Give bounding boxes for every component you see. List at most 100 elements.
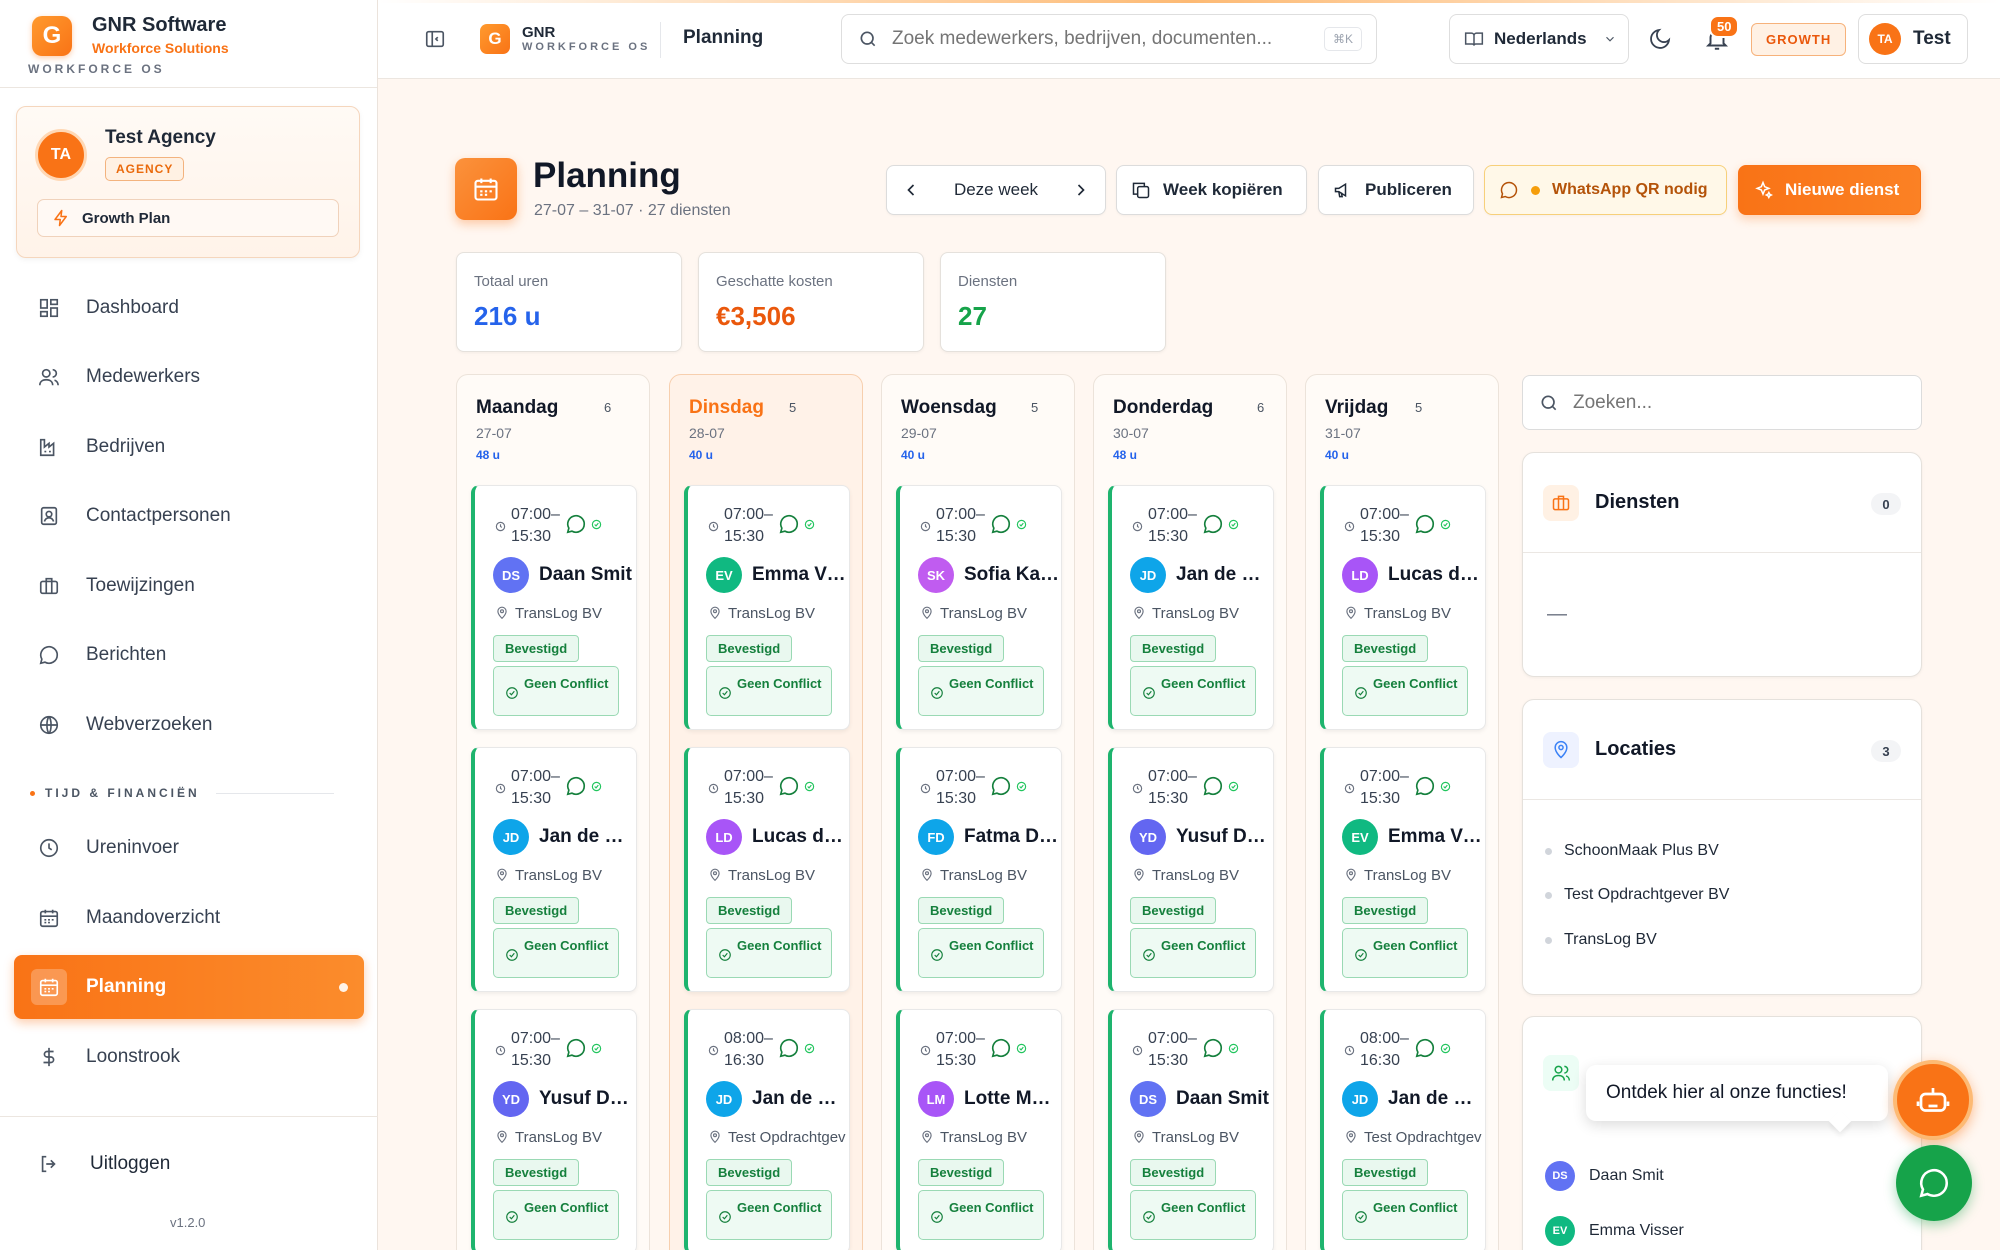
sidebar-item-maandoverzicht[interactable]: Maandoverzicht [14, 886, 364, 950]
current-week-button[interactable]: Deze week [954, 180, 1038, 200]
whatsapp-icon[interactable] [990, 513, 1012, 535]
whatsapp-icon[interactable] [565, 1037, 587, 1059]
clock-icon [920, 783, 931, 794]
topbar-brand: GNR [522, 24, 556, 41]
location-item[interactable]: SchoonMaak Plus BV [1545, 842, 1719, 860]
topbar-logo[interactable]: G [480, 24, 510, 54]
whatsapp-icon[interactable] [565, 775, 587, 797]
plan-badge[interactable]: GROWTH [1751, 23, 1847, 56]
sidebar-item-label: Maandoverzicht [86, 907, 221, 928]
check-circle-icon [1016, 781, 1027, 792]
sidebar-toggle-icon[interactable] [424, 28, 446, 50]
conflict-label: Geen Conflict [524, 1200, 609, 1215]
chevron-right-icon[interactable] [1071, 180, 1091, 200]
whatsapp-icon[interactable] [1414, 775, 1436, 797]
sidebar-item-medewerkers[interactable]: Medewerkers [14, 345, 364, 409]
sidebar-item-berichten[interactable]: Berichten [14, 623, 364, 687]
whatsapp-icon[interactable] [1202, 1037, 1224, 1059]
assistant-bot-button[interactable] [1893, 1060, 1973, 1140]
status-badge: Bevestigd [706, 897, 793, 924]
sidebar-item-loonstrook[interactable]: Loonstrook [14, 1025, 364, 1089]
whatsapp-icon[interactable] [778, 513, 800, 535]
briefcase-icon-box [1543, 485, 1579, 521]
shift-card[interactable]: 07:00– 15:30 YD Yusuf Demir TransLog BV … [1108, 747, 1274, 992]
diensten-panel-header[interactable]: Diensten 0 [1523, 453, 1921, 553]
locaties-panel-header[interactable]: Locaties 3 [1523, 700, 1921, 800]
whatsapp-icon[interactable] [1414, 513, 1436, 535]
location-item[interactable]: TransLog BV [1545, 931, 1657, 949]
chat-button[interactable] [1896, 1145, 1972, 1221]
shift-card[interactable]: 07:00– 15:30 DS Daan Smit TransLog BV Be… [1108, 1009, 1274, 1250]
whatsapp-icon[interactable] [1202, 513, 1224, 535]
dollar-icon [43, 1047, 55, 1067]
chevron-left-icon[interactable] [901, 180, 921, 200]
publish-label: Publiceren [1365, 180, 1452, 199]
check-circle-icon [506, 949, 518, 961]
status-badge: Bevestigd [918, 635, 1005, 662]
location-pin-icon [710, 868, 720, 882]
shift-card[interactable]: 07:00– 15:30 DS Daan Smit TransLog BV Be… [471, 485, 637, 730]
shift-time: 07:00– 15:30 [936, 506, 985, 545]
employee-avatar: JD [1342, 1081, 1378, 1117]
panel-search-input[interactable] [1573, 391, 1903, 414]
whatsapp-qr-button[interactable]: WhatsApp QR nodig [1484, 165, 1727, 215]
plan-button[interactable]: Growth Plan [37, 199, 339, 237]
whatsapp-icon[interactable] [778, 1037, 800, 1059]
shift-card[interactable]: 08:00– 16:30 JD Jan de Vries Test Opdrac… [1320, 1009, 1486, 1250]
publish-button[interactable]: Publiceren [1318, 165, 1474, 215]
sidebar-item-contactpersonen[interactable]: Contactpersonen [14, 484, 364, 548]
whatsapp-icon[interactable] [1414, 1037, 1436, 1059]
employee-name: Fatma Demir [964, 826, 1060, 847]
user-menu-button[interactable]: TA Test [1858, 14, 1968, 64]
sidebar-item-label: Bedrijven [86, 436, 166, 457]
location-pin-icon [922, 1130, 932, 1144]
logout-icon [41, 1155, 56, 1173]
employee-item[interactable]: DS Daan Smit [1545, 1161, 1664, 1191]
whatsapp-icon[interactable] [1202, 775, 1224, 797]
panel-search[interactable] [1522, 375, 1922, 430]
global-search[interactable]: ⌘K [841, 14, 1377, 64]
check-circle-icon [1143, 687, 1155, 699]
shift-card[interactable]: 07:00– 15:30 FD Fatma Demir TransLog BV … [896, 747, 1062, 992]
diensten-empty: — [1547, 603, 1567, 625]
whatsapp-icon[interactable] [565, 513, 587, 535]
whatsapp-icon[interactable] [990, 775, 1012, 797]
global-search-input[interactable] [892, 28, 1292, 50]
location-item[interactable]: Test Opdrachtgever BV [1545, 886, 1729, 904]
sidebar-item-bedrijven[interactable]: Bedrijven [14, 415, 364, 479]
shift-card[interactable]: 07:00– 15:30 YD Yusuf Demir TransLog BV … [471, 1009, 637, 1250]
language-select[interactable]: Nederlands [1449, 14, 1629, 64]
sidebar-item-toewijzingen[interactable]: Toewijzingen [14, 554, 364, 618]
employee-item[interactable]: EV Emma Visser [1545, 1216, 1684, 1246]
shift-card[interactable]: 07:00– 15:30 LD Lucas de Boer TransLog B… [684, 747, 850, 992]
logout-button[interactable]: Uitloggen [38, 1153, 170, 1175]
sidebar-item-webverzoeken[interactable]: Webverzoeken [14, 693, 364, 757]
shift-card[interactable]: 07:00– 15:30 SK Sofia Kaya TransLog BV B… [896, 485, 1062, 730]
shift-time: 07:00– 15:30 [1148, 768, 1197, 807]
sidebar-item-dashboard[interactable]: Dashboard [14, 276, 364, 340]
shift-time: 07:00– 15:30 [936, 1030, 985, 1069]
day-name: Vrijdag [1325, 397, 1389, 418]
shift-card[interactable]: 07:00– 15:30 EV Emma Visser TransLog BV … [684, 485, 850, 730]
shift-time: 07:00– 15:30 [1148, 1030, 1197, 1069]
sidebar-item-planning[interactable]: Planning [14, 955, 364, 1019]
copy-week-button[interactable]: Week kopiëren [1116, 165, 1307, 215]
check-circle-icon [506, 1211, 518, 1223]
sidebar-item-ureninvoer[interactable]: Ureninvoer [14, 816, 364, 880]
new-shift-button[interactable]: Nieuwe dienst [1738, 165, 1921, 215]
sidebar-item-label: Ureninvoer [86, 837, 179, 858]
agency-card: TA Test Agency AGENCY Growth Plan [16, 106, 360, 258]
whatsapp-icon[interactable] [778, 775, 800, 797]
shift-location: TransLog BV [940, 605, 1027, 622]
shift-card[interactable]: 07:00– 15:30 JD Jan de Vries TransLog BV… [1108, 485, 1274, 730]
shift-card[interactable]: 07:00– 15:30 EV Emma Visser TransLog BV … [1320, 747, 1486, 992]
shift-card[interactable]: 07:00– 15:30 LM Lotte Mulder TransLog BV… [896, 1009, 1062, 1250]
moon-icon[interactable] [1648, 27, 1672, 51]
whatsapp-icon[interactable] [990, 1037, 1012, 1059]
conflict-badge: Geen Conflict [918, 666, 1044, 716]
shift-card[interactable]: 08:00– 16:30 JD Jan de Vries Test Opdrac… [684, 1009, 850, 1250]
shift-card[interactable]: 07:00– 15:30 JD Jan de Vries TransLog BV… [471, 747, 637, 992]
shift-card[interactable]: 07:00– 15:30 LD Lucas de Boer TransLog B… [1320, 485, 1486, 730]
brand-logo[interactable]: G [32, 16, 72, 56]
chevron-down-icon [1605, 36, 1614, 42]
